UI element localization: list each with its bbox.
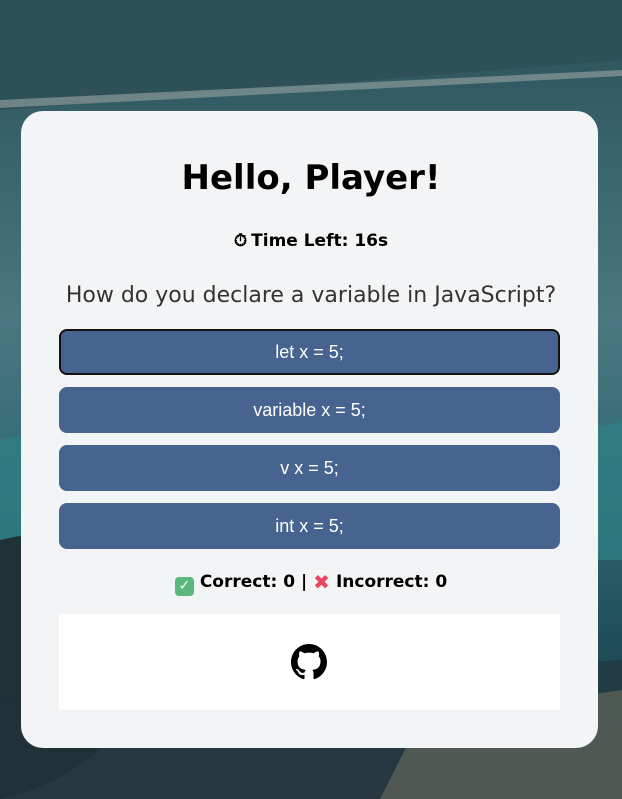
answer-option-2[interactable]: variable x = 5; — [59, 387, 560, 433]
cross-mark-icon: ✖ — [313, 570, 330, 594]
correct-count: Correct: 0 — [199, 572, 296, 592]
footer — [59, 614, 560, 710]
answer-option-4[interactable]: int x = 5; — [59, 503, 560, 549]
incorrect-count: Incorrect: 0 — [335, 572, 448, 592]
answer-option-1[interactable]: let x = 5; — [59, 329, 560, 375]
score-separator: | — [300, 572, 308, 592]
greeting-title: Hello, Player! — [181, 158, 441, 198]
answer-option-3[interactable]: v x = 5; — [59, 445, 560, 491]
answer-options: let x = 5; variable x = 5; v x = 5; int … — [59, 329, 560, 561]
score-summary: ✓ Correct: 0 | ✖ Incorrect: 0 — [0, 569, 622, 596]
timer: ⏱ Time Left: 16s — [0, 229, 622, 253]
question-text: How do you declare a variable in JavaScr… — [65, 283, 557, 308]
check-mark-icon: ✓ — [174, 577, 194, 596]
stopwatch-icon: ⏱ — [233, 231, 248, 251]
timer-label: Time Left: 16s — [251, 231, 389, 251]
github-icon[interactable] — [291, 644, 327, 680]
